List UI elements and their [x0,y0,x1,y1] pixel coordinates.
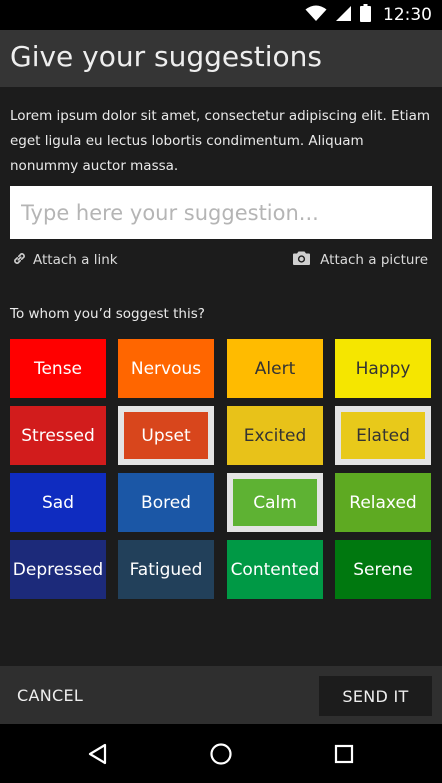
status-icons: 12:30 [305,4,432,26]
attach-link-label: Attach a link [33,252,118,268]
mood-tile-happy[interactable]: Happy [335,339,431,398]
mood-label: Excited [243,425,307,446]
mood-label: Calm [253,492,297,513]
navigation-bar [0,724,442,783]
mood-label: Happy [355,358,411,379]
mood-tile-depressed[interactable]: Depressed [10,540,106,599]
mood-label: Tense [33,358,83,379]
mood-tile-upset[interactable]: Upset [118,406,214,465]
mood-label: Upset [141,425,191,446]
mood-tile-tense[interactable]: Tense [10,339,106,398]
attach-picture-label: Attach a picture [320,252,428,268]
mood-tile-calm[interactable]: Calm [227,473,323,532]
mood-label: Contented [230,559,320,580]
mood-tile-relaxed[interactable]: Relaxed [335,473,431,532]
back-icon[interactable] [85,741,111,767]
mood-tile-sad[interactable]: Sad [10,473,106,532]
mood-tile-nervous[interactable]: Nervous [118,339,214,398]
mood-label: Sad [42,492,74,513]
app-bar: Give your suggestions [0,30,442,87]
cancel-button[interactable]: CANCEL [0,666,110,724]
page-title: Give your suggestions [10,40,322,73]
mood-label: Serene [353,559,413,580]
status-bar: 12:30 [0,0,442,30]
attach-picture-button[interactable]: Attach a picture [293,250,428,270]
description-text: Lorem ipsum dolor sit amet, consectetur … [10,108,431,174]
status-time: 12:30 [383,5,432,25]
send-button[interactable]: SEND IT [319,676,432,716]
suggestion-input[interactable] [10,186,432,239]
mood-label: Depressed [12,559,104,580]
mood-label: Relaxed [349,492,417,513]
mood-tile-elated[interactable]: Elated [335,406,431,465]
whom-label: To whom you’d soggest this? [10,306,205,322]
mood-label: Fatigued [129,559,203,580]
camera-icon [293,251,311,269]
mood-tile-excited[interactable]: Excited [227,406,323,465]
mood-label: Nervous [130,358,202,379]
attach-link-button[interactable]: Attach a link [12,250,118,270]
mood-label: Bored [141,492,191,513]
home-icon[interactable] [208,741,234,767]
mood-tile-fatigued[interactable]: Fatigued [118,540,214,599]
mood-tile-serene[interactable]: Serene [335,540,431,599]
wifi-icon [305,5,327,26]
recents-icon[interactable] [331,741,357,767]
mood-tile-alert[interactable]: Alert [227,339,323,398]
link-icon [12,251,27,270]
battery-icon [360,4,371,26]
mood-tile-stressed[interactable]: Stressed [10,406,106,465]
mood-label: Elated [356,425,410,446]
mood-tile-bored[interactable]: Bored [118,473,214,532]
signal-icon [335,5,352,26]
mood-tile-contented[interactable]: Contented [227,540,323,599]
mood-label: Alert [254,358,296,379]
mood-label: Stressed [21,425,95,446]
action-bar: CANCEL SEND IT [0,666,442,724]
